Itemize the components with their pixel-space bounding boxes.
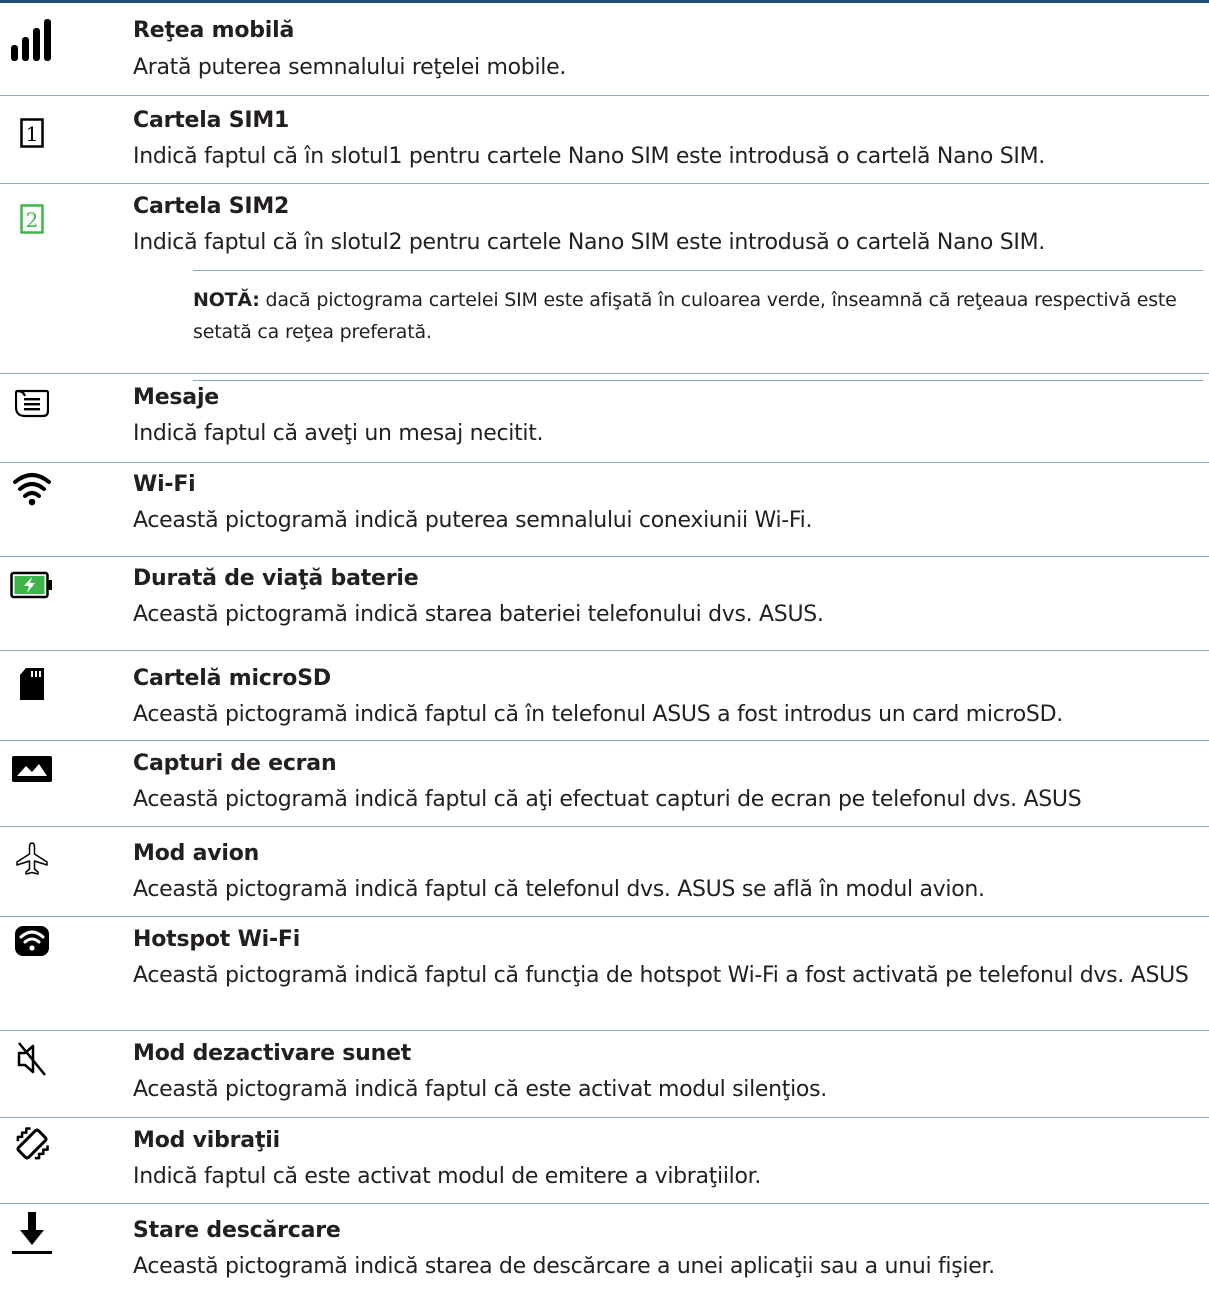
sim1-card-icon: 1	[6, 110, 58, 156]
sim2-card-icon: 2	[6, 196, 58, 242]
top-rule	[0, 0, 1209, 3]
battery-charging-icon	[6, 562, 58, 608]
row-title: Stare descărcare	[133, 1218, 341, 1243]
note-text: NOTĂ: dacă pictograma cartelei SIM este …	[193, 284, 1193, 348]
row-description: Indică faptul că în slotul2 pentru carte…	[133, 230, 1045, 255]
microsd-card-icon	[6, 661, 58, 707]
airplane-mode-icon	[6, 836, 58, 882]
row-title: Reţea mobilă	[133, 18, 295, 43]
row-description: Arată puterea semnalului reţelei mobile.	[133, 55, 567, 80]
signal-strength-icon	[6, 18, 58, 64]
row-description: Această pictogramă indică faptul că este…	[133, 1077, 827, 1102]
note-top-rule	[193, 270, 1203, 271]
row-separator	[0, 740, 1209, 741]
row-description: Această pictogramă indică faptul că aţi …	[133, 787, 1082, 812]
sim1-number: 1	[26, 122, 39, 146]
row-title: Cartela SIM2	[133, 194, 290, 219]
row-separator	[0, 1117, 1209, 1118]
row-description: Indică faptul că în slotul1 pentru carte…	[133, 144, 1045, 169]
note-label: NOTĂ:	[193, 289, 260, 311]
row-description: Această pictogramă indică puterea semnal…	[133, 508, 813, 533]
row-separator	[0, 95, 1209, 96]
row-separator	[0, 556, 1209, 557]
mute-icon	[6, 1036, 58, 1082]
row-separator	[0, 916, 1209, 917]
row-separator	[0, 826, 1209, 827]
note-body: dacă pictograma cartelei SIM este afişat…	[193, 289, 1177, 343]
row-separator	[0, 1203, 1209, 1204]
row-title: Hotspot Wi-Fi	[133, 927, 301, 952]
wifi-icon	[6, 466, 58, 512]
row-description: Această pictogramă indică starea baterie…	[133, 602, 824, 627]
row-title: Cartela SIM1	[133, 108, 290, 133]
row-title: Mod avion	[133, 841, 260, 866]
row-title: Wi-Fi	[133, 472, 196, 497]
vibrate-mode-icon	[6, 1121, 58, 1167]
row-title: Durată de viaţă baterie	[133, 566, 419, 591]
row-separator	[0, 1030, 1209, 1031]
row-description: Această pictogramă indică faptul că func…	[133, 963, 1189, 988]
download-icon	[6, 1210, 58, 1256]
note-block: NOTĂ: dacă pictograma cartelei SIM este …	[193, 270, 1203, 381]
row-title: Cartelă microSD	[133, 666, 331, 691]
row-separator	[0, 373, 1209, 374]
row-title: Mesaje	[133, 385, 220, 410]
row-separator	[0, 183, 1209, 184]
row-description: Această pictogramă indică faptul că tele…	[133, 877, 985, 902]
message-icon	[6, 380, 58, 426]
note-bottom-rule	[193, 380, 1203, 381]
row-description: Această pictogramă indică faptul că în t…	[133, 702, 1063, 727]
row-description: Această pictogramă indică starea de desc…	[133, 1254, 995, 1279]
row-title: Mod dezactivare sunet	[133, 1041, 412, 1066]
row-separator	[0, 650, 1209, 651]
row-title: Capturi de ecran	[133, 751, 337, 776]
row-separator	[0, 462, 1209, 463]
row-title: Mod vibraţii	[133, 1128, 280, 1153]
row-description: Indică faptul că este activat modul de e…	[133, 1164, 762, 1189]
sim2-number: 2	[26, 208, 39, 232]
screenshot-image-icon	[6, 746, 58, 792]
wifi-hotspot-icon	[6, 918, 58, 964]
row-description: Indică faptul că aveţi un mesaj necitit.	[133, 421, 544, 446]
